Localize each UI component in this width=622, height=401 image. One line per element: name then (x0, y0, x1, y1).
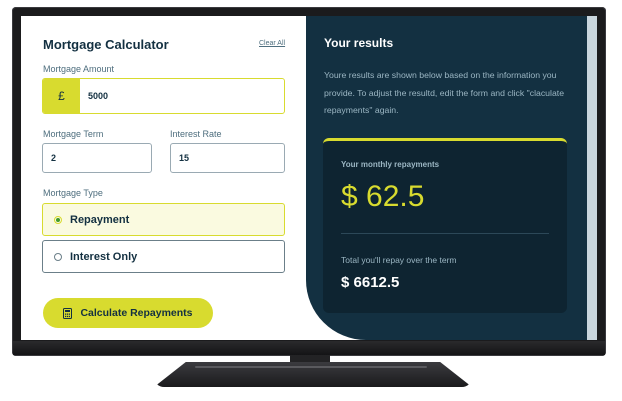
interest-rate-label: Interest Rate (170, 129, 222, 139)
mortgage-amount-input[interactable] (80, 91, 284, 101)
interest-rate-field[interactable]: % (170, 143, 285, 173)
screen-glare (587, 16, 597, 340)
card-divider (341, 233, 549, 234)
monthly-repayments-label: Your monthly repayments (341, 160, 440, 169)
results-description: Youre results are shown below based on t… (324, 70, 565, 115)
result-card: Your monthly repayments $ 62.5 Total you… (323, 138, 567, 313)
mortgage-term-label: Mortgage Term (43, 129, 104, 139)
interest-only-option[interactable]: Interest Only (42, 240, 285, 273)
tv-screen: Mortgage Calculator Clear All Mortgage A… (21, 16, 597, 340)
radio-selected-icon[interactable] (54, 215, 62, 224)
clear-all-link[interactable]: Clear All (259, 40, 285, 47)
repayment-option[interactable]: Repayment (42, 203, 285, 236)
calculate-button-label: Calculate Repayments (80, 307, 193, 319)
interest-only-option-label: Interest Only (70, 250, 138, 263)
calculator-title: Mortgage Calculator (43, 37, 169, 52)
total-repay-label: Total you'll repay over the term (341, 255, 457, 265)
radio-unselected-icon[interactable] (54, 252, 62, 261)
mortgage-term-input[interactable] (43, 153, 151, 163)
calculator-icon (63, 307, 73, 319)
repayment-option-label: Repayment (70, 213, 130, 226)
mortgage-type-label: Mortgage Type (43, 188, 103, 198)
mortgage-term-field[interactable]: years (42, 143, 152, 173)
results-title: Your results (324, 36, 394, 50)
tv-stand-highlight (195, 366, 427, 368)
total-repay-value: $ 6612.5 (341, 274, 400, 291)
monthly-repayment-value: $ 62.5 (341, 180, 425, 213)
mortgage-amount-label: Mortgage Amount (43, 64, 115, 74)
currency-prefix: £ (43, 79, 80, 113)
mortgage-amount-field[interactable]: £ (42, 78, 285, 114)
tv-bottom-strip (13, 341, 605, 355)
calculate-repayments-button[interactable]: Calculate Repayments (43, 298, 213, 328)
interest-rate-input[interactable] (171, 153, 284, 163)
